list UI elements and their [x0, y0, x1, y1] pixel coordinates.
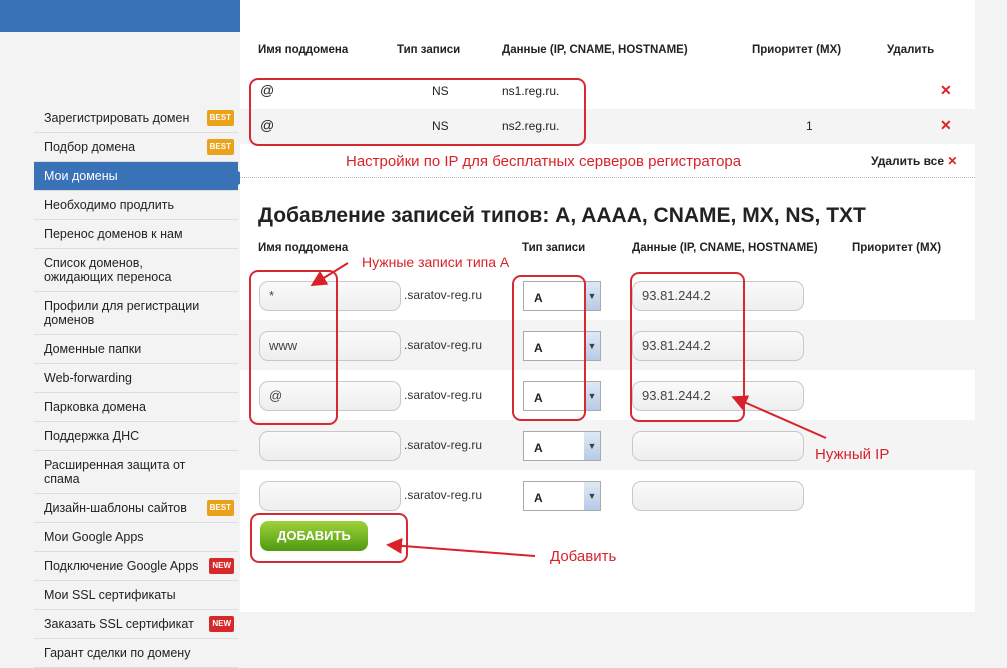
badge-new-icon: NEW: [209, 616, 234, 632]
annotation-arrows: [310, 262, 827, 557]
sidebar-item[interactable]: Гарант сделки по домену: [34, 639, 238, 668]
sidebar-item-label: Заказать SSL сертификат: [44, 617, 194, 631]
arrow-icon: [731, 395, 827, 439]
sidebar-item[interactable]: Заказать SSL сертификат NEW: [34, 610, 238, 639]
sidebar-item-label: Гарант сделки по домену: [44, 646, 191, 660]
arrow-icon: [386, 537, 536, 557]
arrow-icon: [310, 262, 349, 287]
